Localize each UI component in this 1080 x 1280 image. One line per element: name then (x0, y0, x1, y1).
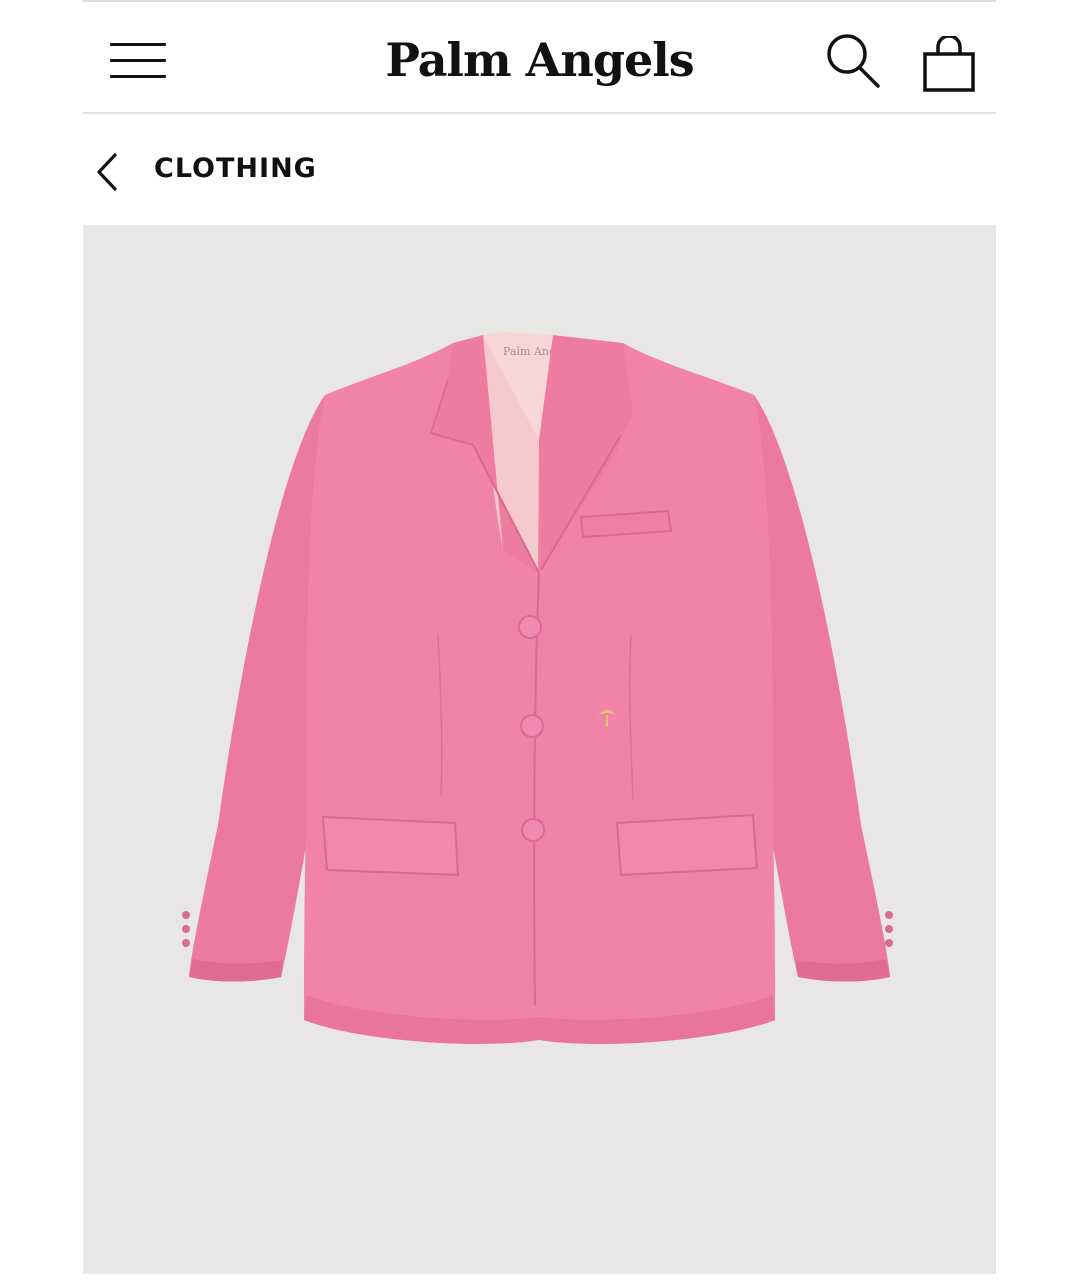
product-image[interactable]: Palm Angels (83, 225, 996, 1274)
shopping-bag-icon (923, 34, 975, 92)
app-frame: Palm Angels CLOTHING Palm Angels (83, 0, 996, 1280)
chevron-left-icon (97, 153, 117, 191)
breadcrumb: CLOTHING (83, 140, 996, 200)
search-icon (827, 34, 880, 88)
bag-button[interactable] (921, 34, 977, 94)
breadcrumb-label[interactable]: CLOTHING (154, 152, 317, 186)
header-divider (83, 112, 996, 114)
search-button[interactable] (825, 32, 883, 92)
site-header: Palm Angels (83, 2, 996, 112)
blazer-illustration: Palm Angels (182, 332, 893, 1044)
back-button[interactable] (93, 152, 121, 192)
